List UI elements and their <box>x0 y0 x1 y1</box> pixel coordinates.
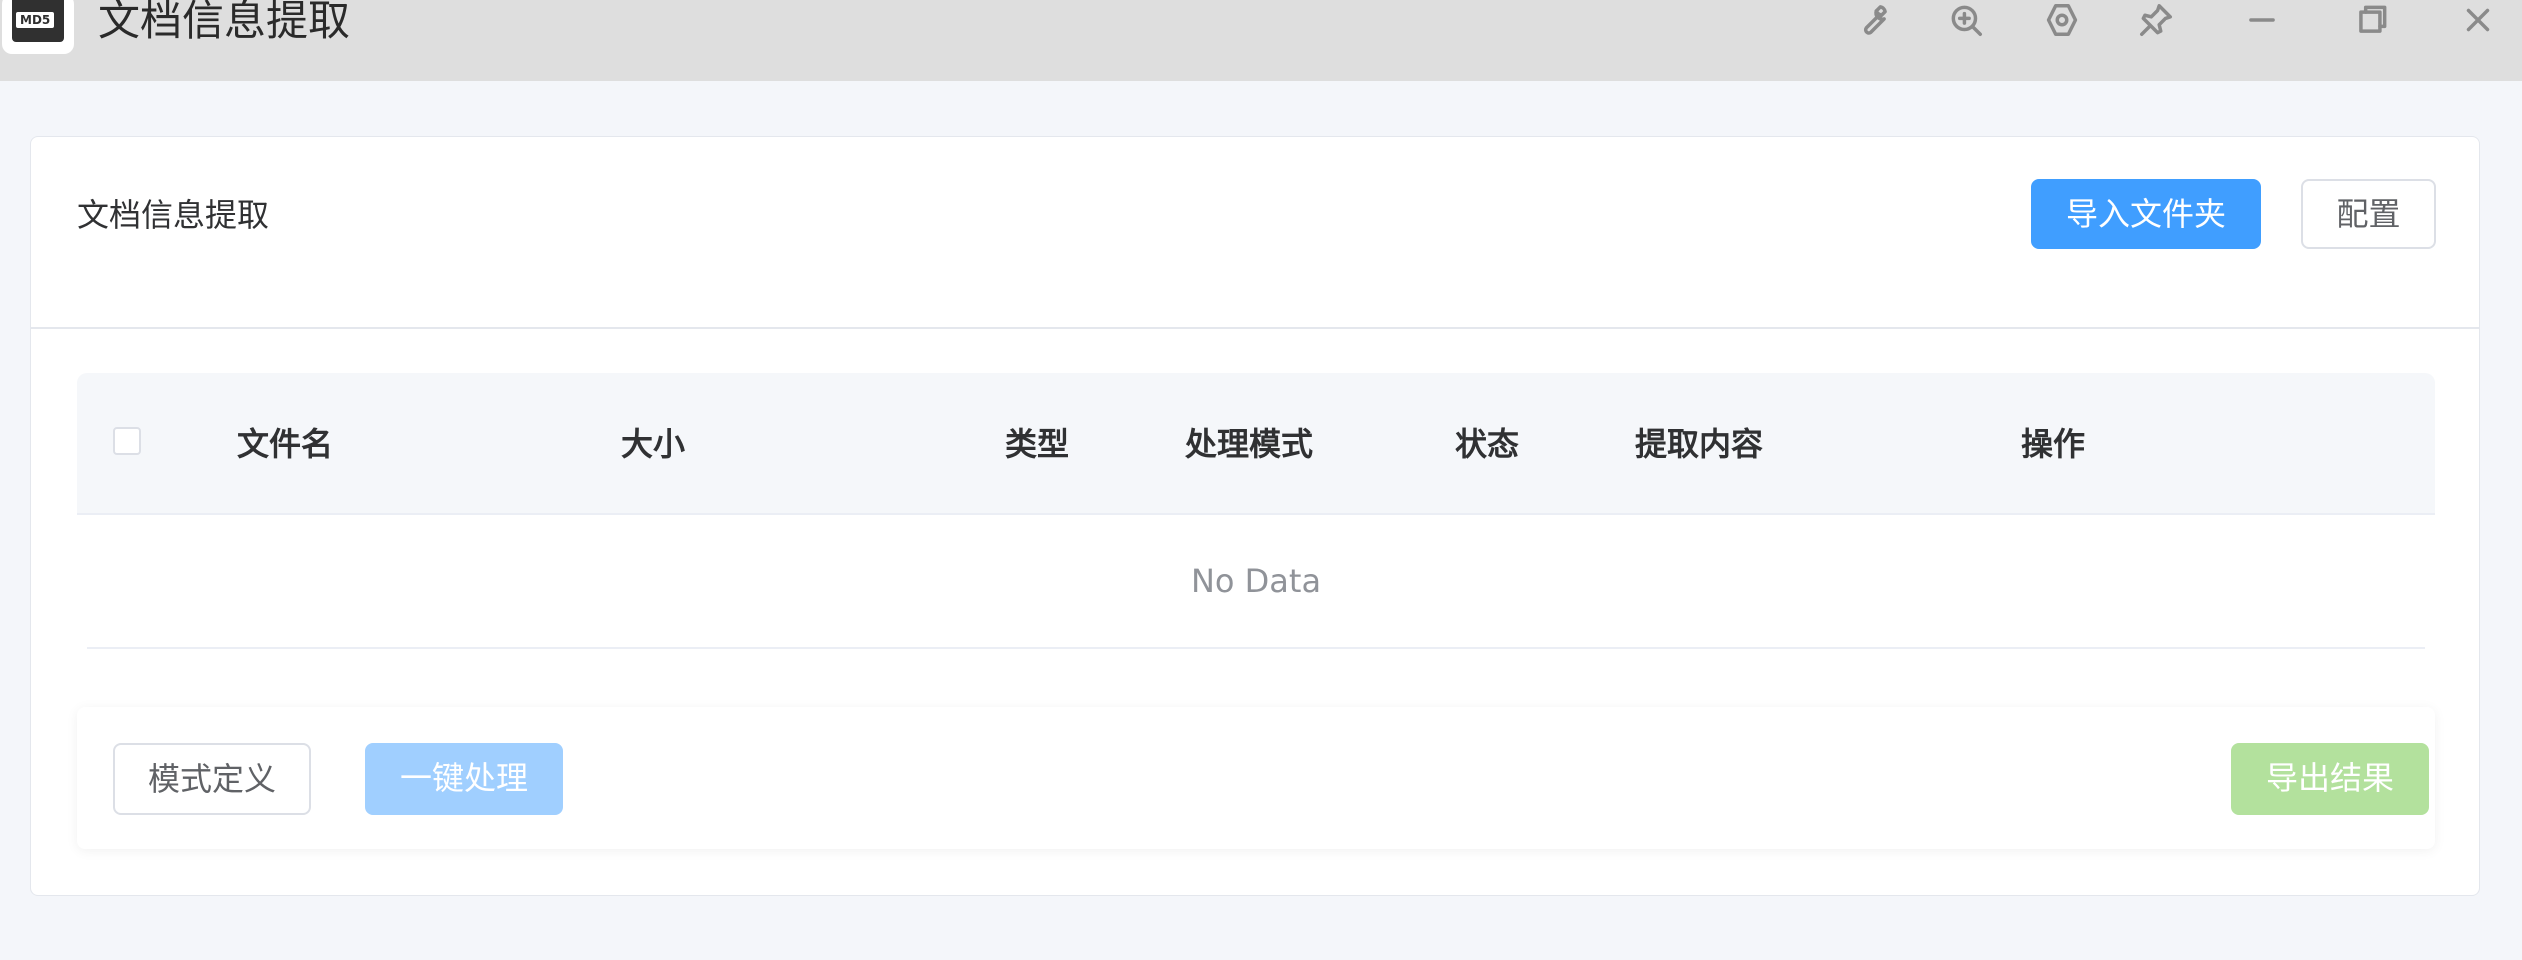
main-card: 文档信息提取 导入文件夹 配置 文件名 大小 类型 处理模式 状态 提取内容 操… <box>30 136 2480 896</box>
window-title: 文档信息提取 <box>98 0 351 45</box>
column-header-mode[interactable]: 处理模式 <box>1185 423 1313 465</box>
minimize-icon[interactable] <box>2240 0 2284 40</box>
import-folder-button[interactable]: 导入文件夹 <box>2031 179 2261 249</box>
file-table: 文件名 大小 类型 处理模式 状态 提取内容 操作 No Data <box>77 373 2435 649</box>
config-button[interactable]: 配置 <box>2301 179 2436 249</box>
column-header-status[interactable]: 状态 <box>1455 423 1519 465</box>
close-icon[interactable] <box>2456 0 2500 40</box>
empty-text: No Data <box>1190 562 1322 600</box>
app-logo: MD5 <box>2 0 74 54</box>
table-header: 文件名 大小 类型 处理模式 状态 提取内容 操作 <box>77 373 2435 515</box>
settings-hexagon-icon[interactable] <box>2040 0 2084 40</box>
action-bar: 模式定义 一键处理 导出结果 <box>77 707 2435 849</box>
column-header-type[interactable]: 类型 <box>1005 423 1069 465</box>
select-all-checkbox[interactable] <box>113 427 141 455</box>
maximize-icon[interactable] <box>2350 0 2394 40</box>
column-header-content[interactable]: 提取内容 <box>1635 423 1763 465</box>
one-click-process-button[interactable]: 一键处理 <box>365 743 563 815</box>
card-header: 文档信息提取 导入文件夹 配置 <box>31 137 2479 329</box>
mode-define-button[interactable]: 模式定义 <box>113 743 311 815</box>
wrench-icon[interactable] <box>1850 0 1894 40</box>
column-header-size[interactable]: 大小 <box>621 423 685 465</box>
empty-row: No Data <box>87 515 2425 649</box>
column-header-filename[interactable]: 文件名 <box>237 423 333 465</box>
pin-icon[interactable] <box>2134 0 2178 40</box>
zoom-in-icon[interactable] <box>1944 0 1988 40</box>
export-results-button[interactable]: 导出结果 <box>2231 743 2429 815</box>
logo-tag: MD5 <box>16 12 55 28</box>
title-bar: MD5 文档信息提取 <box>0 0 2522 81</box>
card-title: 文档信息提取 <box>77 196 270 234</box>
column-header-actions[interactable]: 操作 <box>2021 423 2085 465</box>
